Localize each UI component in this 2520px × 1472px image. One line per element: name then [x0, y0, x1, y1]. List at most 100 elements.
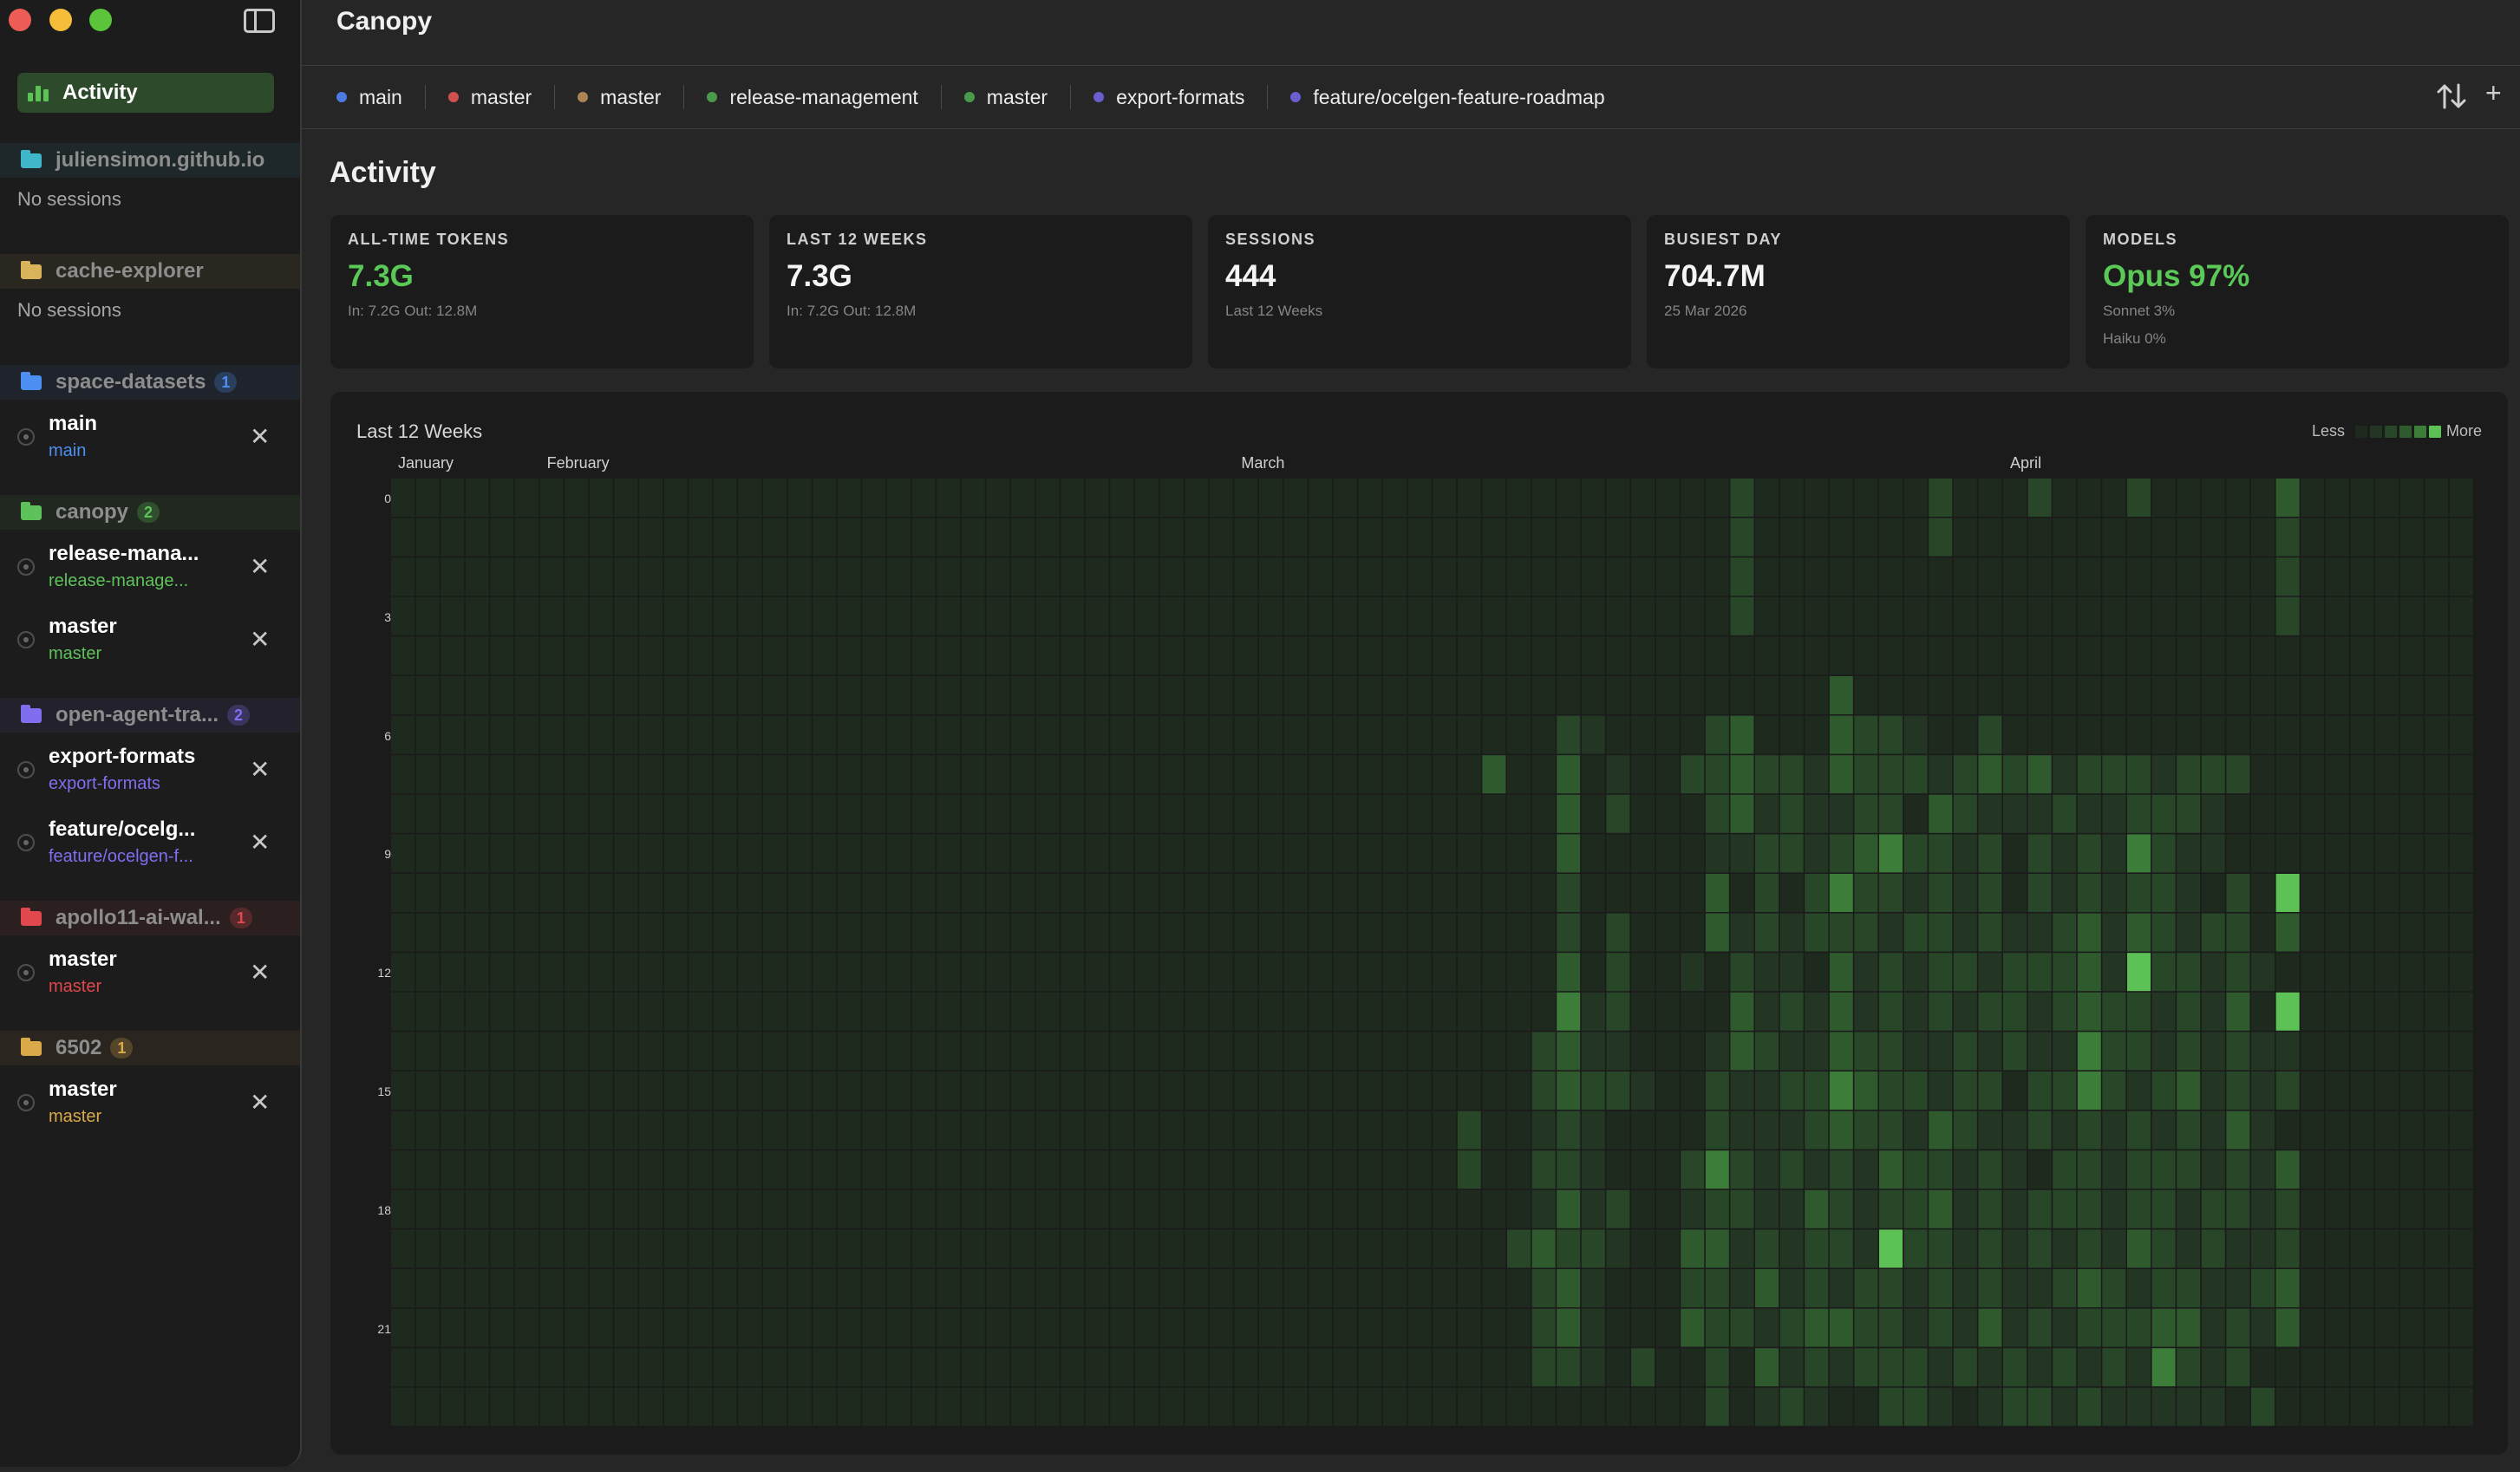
- heatmap-cell: [2375, 1387, 2399, 1426]
- heatmap-cell: [639, 834, 663, 873]
- close-session-icon[interactable]: ✕: [250, 552, 270, 581]
- heatmap-cell: [1383, 1189, 1407, 1228]
- close-session-icon[interactable]: ✕: [250, 755, 270, 784]
- heatmap-cell: [911, 636, 936, 675]
- project-group-header[interactable]: canopy 2: [0, 495, 300, 530]
- heatmap-cell: [713, 1229, 737, 1268]
- heatmap-cell: [2053, 518, 2077, 557]
- heatmap-cell: [515, 636, 539, 675]
- session-name: main: [49, 412, 98, 435]
- session-item[interactable]: master master ✕: [0, 942, 300, 1005]
- heatmap-cell: [2127, 1071, 2151, 1110]
- heatmap-cell: [2177, 834, 2201, 873]
- session-item[interactable]: main main ✕: [0, 407, 300, 469]
- heatmap-cell: [1259, 518, 1283, 557]
- heatmap-cell: [787, 676, 812, 714]
- heatmap-cell: [1854, 479, 1878, 517]
- close-session-icon[interactable]: ✕: [250, 625, 270, 654]
- zoom-window-button[interactable]: [89, 9, 112, 31]
- add-tab-button[interactable]: +: [2485, 77, 2502, 109]
- close-window-button[interactable]: [9, 9, 31, 31]
- heatmap-cell: [713, 636, 737, 675]
- heatmap-cell: [565, 913, 589, 952]
- close-session-icon[interactable]: ✕: [250, 828, 270, 856]
- heatmap-cell: [1879, 1032, 1903, 1071]
- heatmap-cell: [2053, 834, 2077, 873]
- heatmap-cell: [1283, 518, 1308, 557]
- heatmap-cell: [2350, 1308, 2374, 1347]
- heatmap-cell: [2053, 1150, 2077, 1189]
- heatmap-cell: [391, 1229, 415, 1268]
- close-session-icon[interactable]: ✕: [250, 422, 270, 451]
- heatmap-cell: [1110, 596, 1134, 635]
- close-session-icon[interactable]: ✕: [250, 958, 270, 987]
- heatmap-cell: [1135, 1348, 1159, 1387]
- close-session-icon[interactable]: ✕: [250, 1088, 270, 1117]
- heatmap-cell: [1606, 479, 1630, 517]
- session-item[interactable]: release-mana... release-manage... ✕: [0, 537, 300, 599]
- heatmap-cell: [911, 715, 936, 754]
- heatmap-cell: [2251, 1150, 2275, 1189]
- session-tab[interactable]: export-formats: [1094, 86, 1244, 109]
- heatmap-cell: [1234, 874, 1258, 912]
- minimize-window-button[interactable]: [49, 9, 72, 31]
- sidebar-toggle-icon[interactable]: [244, 9, 275, 33]
- stat-card: MODELS Opus 97% Sonnet 3% Haiku 0%: [2086, 215, 2509, 368]
- heatmap-cell: [1730, 1189, 1754, 1228]
- heatmap-legend: Less More: [2312, 422, 2482, 440]
- heatmap-cell: [1557, 1032, 1581, 1071]
- heatmap-cell: [1978, 953, 2002, 992]
- heatmap-cell: [589, 834, 613, 873]
- heatmap-cell: [1507, 1308, 1531, 1347]
- heatmap-cell: [415, 1071, 440, 1110]
- heatmap-cell: [1631, 557, 1655, 596]
- session-item[interactable]: master master ✕: [0, 609, 300, 672]
- heatmap-cell: [2325, 1032, 2349, 1071]
- heatmap-cell: [1507, 1032, 1531, 1071]
- session-item[interactable]: feature/ocelg... feature/ocelgen-f... ✕: [0, 812, 300, 875]
- session-tab[interactable]: release-management: [707, 86, 918, 109]
- heatmap-cell: [1110, 1308, 1134, 1347]
- heatmap-cell: [565, 1348, 589, 1387]
- heatmap-cell: [2053, 1111, 2077, 1150]
- session-tab[interactable]: feature/ocelgen-feature-roadmap: [1290, 86, 1605, 109]
- project-group-header[interactable]: juliensimon.github.io: [0, 143, 300, 178]
- project-group-header[interactable]: cache-explorer: [0, 254, 300, 289]
- session-name: feature/ocelg...: [49, 817, 196, 841]
- session-tab[interactable]: master: [578, 86, 661, 109]
- heatmap-cell: [763, 479, 787, 517]
- heatmap-cell: [1854, 636, 1878, 675]
- heatmap-cell: [837, 479, 861, 517]
- heatmap-cell: [2053, 1387, 2077, 1426]
- project-group-header[interactable]: open-agent-tra... 2: [0, 698, 300, 733]
- project-group-header[interactable]: 6502 1: [0, 1031, 300, 1065]
- project-group-header[interactable]: space-datasets 1: [0, 365, 300, 400]
- heatmap-cell: [1681, 1071, 1705, 1110]
- heatmap-cell: [1978, 518, 2002, 557]
- heatmap-cell: [2251, 636, 2275, 675]
- heatmap-cell: [2226, 676, 2250, 714]
- session-tab[interactable]: master: [963, 86, 1048, 109]
- session-tab[interactable]: main: [336, 86, 402, 109]
- heatmap-cell: [1110, 755, 1134, 794]
- heatmap-cell: [539, 953, 564, 992]
- heatmap-cell: [1159, 913, 1184, 952]
- heatmap-cell: [2301, 834, 2325, 873]
- heatmap-cell: [2127, 676, 2151, 714]
- heatmap-cell: [1383, 1032, 1407, 1071]
- heatmap-cell: [986, 1032, 1010, 1071]
- heatmap-cell: [2425, 1189, 2449, 1228]
- heatmap-cell: [2077, 913, 2101, 952]
- heatmap-cell: [1283, 794, 1308, 833]
- session-item[interactable]: export-formats export-formats ✕: [0, 739, 300, 802]
- project-group-header[interactable]: apollo11-ai-wal... 1: [0, 901, 300, 935]
- heatmap-cell: [738, 834, 762, 873]
- heatmap-cell: [2151, 913, 2176, 952]
- heatmap-cell: [1879, 636, 1903, 675]
- sidebar-item-activity[interactable]: Activity: [17, 73, 274, 113]
- project-name: space-datasets: [55, 370, 206, 394]
- session-tab[interactable]: master: [447, 86, 532, 109]
- sort-icon[interactable]: [2434, 79, 2469, 114]
- session-item[interactable]: master master ✕: [0, 1072, 300, 1135]
- heatmap-cell: [1730, 715, 1754, 754]
